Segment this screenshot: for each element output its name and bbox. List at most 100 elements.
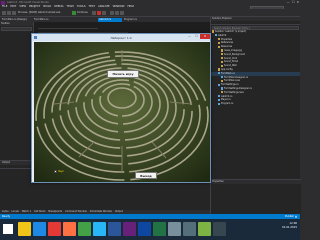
- app-close-button[interactable]: ✕: [200, 34, 210, 39]
- tree-item-label: FormSettings.cs: [220, 83, 239, 87]
- tree-item-label: Properties: [220, 37, 233, 41]
- folder-icon: [218, 38, 221, 41]
- folder-icon: [221, 60, 224, 63]
- tree-item-label: Solution 'Labirint' (1 project): [214, 30, 247, 33]
- folder-icon: [221, 91, 224, 94]
- ide-title: Labirint - Microsoft Visual Studio: [7, 0, 49, 4]
- cs-file-icon: [215, 34, 218, 37]
- app-titlebar: Лабиринт 1.0 — ☐ ✕: [32, 34, 210, 41]
- forward-icon[interactable]: [7, 11, 11, 15]
- tree-item-label: Sound_Background: [223, 52, 246, 56]
- continue-button[interactable]: Continue: [77, 11, 88, 14]
- folder-icon: [212, 30, 215, 33]
- maze-icon: [34, 42, 210, 182]
- ide-window-controls: — ☐ ✕: [287, 0, 299, 4]
- tree-item[interactable]: Program.cs: [211, 102, 300, 106]
- cs-file-icon: [218, 102, 221, 105]
- taskbar-excel-icon[interactable]: [153, 222, 166, 236]
- step-into-icon[interactable]: [110, 11, 114, 15]
- tree-item-label: maze_image.jpg: [223, 48, 242, 52]
- system-tray[interactable]: 12:00 01.01.2015: [282, 222, 297, 229]
- cs-file-icon: [218, 83, 221, 86]
- step-over-icon[interactable]: [115, 11, 119, 15]
- folder-icon: [221, 79, 224, 82]
- tree-item-label: Sound_Finish: [223, 60, 239, 64]
- restart-icon[interactable]: [102, 11, 106, 15]
- publish-button[interactable]: Publish ▲: [285, 215, 297, 218]
- maximize-button[interactable]: ☐: [292, 0, 295, 4]
- tree-item-label: FormMain.resx: [223, 79, 241, 83]
- cs-file-icon: [221, 87, 224, 90]
- solution-search-input[interactable]: Search Solution Explorer (Ctrl+;): [212, 25, 299, 30]
- cs-file-icon: [218, 72, 221, 75]
- folder-icon: [218, 41, 221, 44]
- visual-studio-logo-icon: [1, 0, 5, 5]
- minimize-button[interactable]: —: [287, 0, 290, 4]
- app-title: Лабиринт 1.0: [110, 35, 132, 40]
- folder-icon: [218, 45, 221, 48]
- tree-item-label: References: [220, 41, 234, 45]
- taskbar-chrome-icon[interactable]: [48, 222, 61, 236]
- cs-file-icon: [221, 75, 224, 79]
- tree-item-label: FormMain.cs: [220, 71, 235, 75]
- toolbox-panel: Toolbox: [0, 22, 34, 160]
- pause-icon[interactable]: [92, 11, 96, 15]
- taskbar-calc-icon[interactable]: [183, 222, 196, 236]
- taskbar-media-icon[interactable]: [78, 222, 91, 236]
- app-window: Лабиринт 1.0 — ☐ ✕ Начать игру Выход Зву…: [31, 33, 211, 183]
- tree-item-label: Sound_Wall: [223, 64, 237, 68]
- maze-image: [34, 42, 210, 182]
- status-text: Ready: [2, 214, 11, 218]
- taskbar-vs-icon[interactable]: [123, 222, 136, 236]
- cs-file-icon: [218, 98, 221, 101]
- tree-item-label: Labirint.cs: [220, 94, 233, 98]
- back-icon[interactable]: [2, 11, 6, 15]
- app-minimize-button[interactable]: —: [186, 34, 193, 39]
- ide-toolbar: Process: [6028] Labirint.vshost.exe Cont…: [0, 9, 300, 17]
- taskbar-word-icon[interactable]: [108, 222, 121, 236]
- toolbox-combo[interactable]: [1, 27, 32, 31]
- tree-item-label: FormMain.Designer.cs: [223, 75, 249, 79]
- clock-date: 01.01.2015: [282, 225, 297, 229]
- taskbar-firefox-icon[interactable]: [63, 222, 76, 236]
- code-line: [38, 28, 98, 30]
- folder-icon: [221, 64, 224, 67]
- tree-item-label: App.config: [220, 67, 233, 71]
- windows-start-icon[interactable]: [3, 224, 13, 234]
- tree-item-label: Player.cs: [220, 98, 231, 102]
- taskbar-skype-icon[interactable]: [93, 222, 106, 236]
- solution-explorer-toolbar: [211, 21, 300, 25]
- properties-panel: Properties: [211, 179, 301, 219]
- folder-icon: [221, 49, 224, 52]
- folder-icon: [218, 68, 221, 71]
- tree-item-label: FormSettings.resx: [223, 90, 244, 94]
- start-game-button[interactable]: Начать игру: [107, 70, 139, 78]
- windows-taskbar: 12:00 01.01.2015: [0, 219, 300, 240]
- sound-checkbox[interactable]: [54, 170, 57, 173]
- tree-item-label: FormSettings.Designer.cs: [223, 86, 252, 90]
- stop-icon[interactable]: [97, 11, 101, 15]
- taskbar-utorrent-icon[interactable]: [198, 222, 211, 236]
- sound-checkbox-label: Звук: [58, 169, 64, 173]
- process-label: Process:: [18, 11, 28, 15]
- app-maximize-button[interactable]: ☐: [193, 34, 200, 39]
- folder-icon: [221, 53, 224, 56]
- exit-button[interactable]: Выход: [135, 172, 157, 179]
- process-dropdown[interactable]: [6028] Labirint.vshost.exe: [29, 11, 60, 14]
- tree-item-label: Labirint: [217, 33, 227, 37]
- tree-item-label: Program.cs: [220, 102, 234, 106]
- taskbar-photoshop-icon[interactable]: [138, 222, 151, 236]
- taskbar-ie-icon[interactable]: [33, 222, 46, 236]
- save-icon[interactable]: [12, 11, 16, 15]
- tree-item-label: Sound_Click: [223, 56, 238, 60]
- properties-header: Properties: [211, 180, 301, 184]
- step-out-icon[interactable]: [120, 11, 124, 15]
- continue-icon[interactable]: [72, 10, 76, 15]
- taskbar-steam-icon[interactable]: [213, 222, 226, 236]
- folder-icon: [221, 56, 224, 60]
- cs-file-icon: [218, 94, 221, 98]
- toolbox-header: Toolbox: [0, 22, 33, 26]
- close-button[interactable]: ✕: [296, 0, 299, 4]
- taskbar-explorer-icon[interactable]: [18, 222, 31, 236]
- taskbar-notepad-icon[interactable]: [168, 222, 181, 236]
